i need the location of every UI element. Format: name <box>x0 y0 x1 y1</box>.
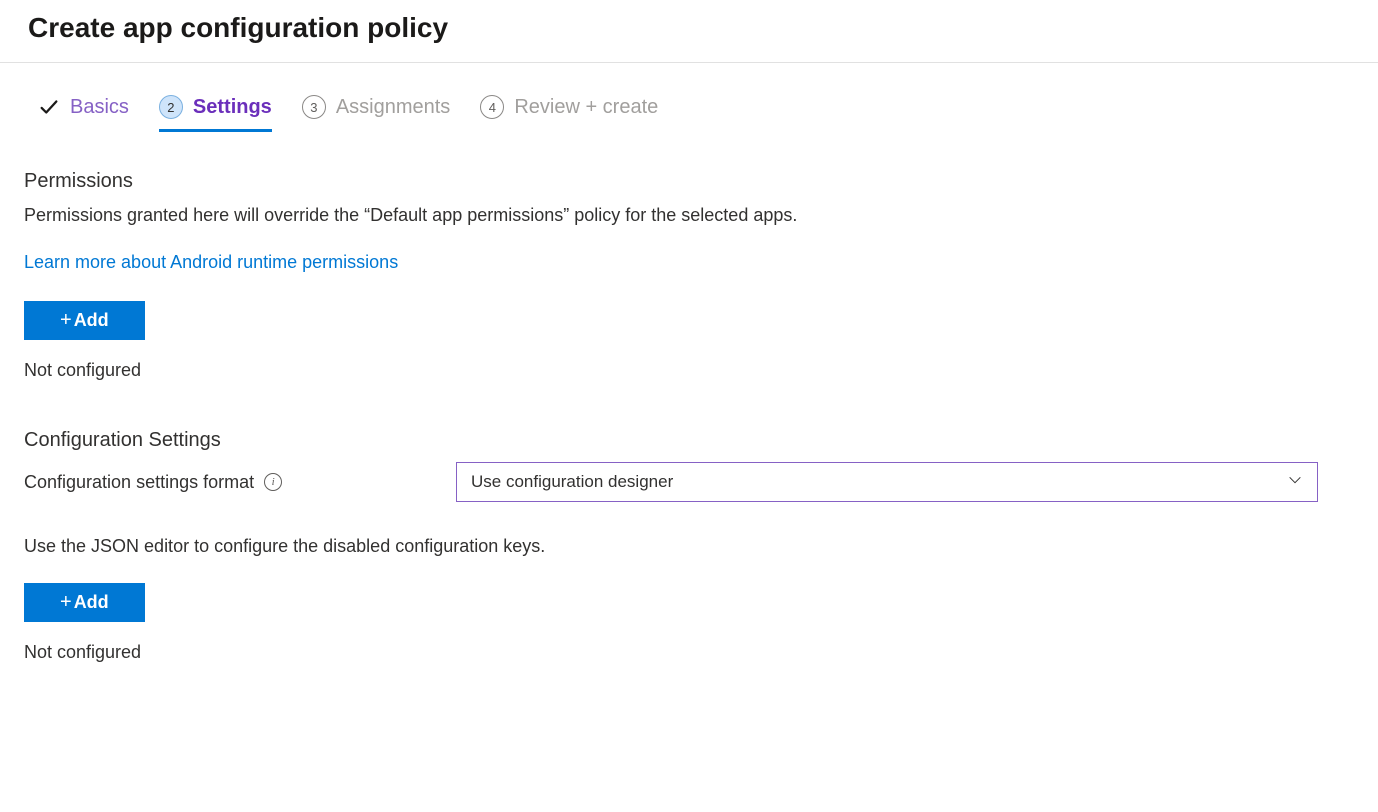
info-icon[interactable]: i <box>264 473 282 491</box>
config-format-value: Use configuration designer <box>471 472 673 492</box>
permissions-status: Not configured <box>24 360 1354 381</box>
tab-settings[interactable]: 2 Settings <box>159 95 272 132</box>
permissions-heading: Permissions <box>24 170 1354 193</box>
tab-assignments[interactable]: 3 Assignments <box>302 95 451 132</box>
config-status: Not configured <box>24 642 1354 663</box>
wizard-tabs: Basics 2 Settings 3 Assignments 4 Review… <box>24 63 1354 132</box>
tab-basics-label: Basics <box>70 96 129 119</box>
page-title: Create app configuration policy <box>28 12 1350 44</box>
tab-assignments-number: 3 <box>302 95 326 119</box>
learn-more-permissions-link[interactable]: Learn more about Android runtime permiss… <box>24 252 398 273</box>
tab-assignments-label: Assignments <box>336 96 451 119</box>
config-format-dropdown[interactable]: Use configuration designer <box>456 462 1318 502</box>
plus-icon: + <box>60 309 72 332</box>
tab-basics[interactable]: Basics <box>38 96 129 132</box>
config-format-label: Configuration settings format i <box>24 472 456 493</box>
tab-review-label: Review + create <box>514 96 658 119</box>
config-settings-heading: Configuration Settings <box>24 429 1354 452</box>
plus-icon: + <box>60 591 72 614</box>
tab-settings-number: 2 <box>159 95 183 119</box>
tab-review[interactable]: 4 Review + create <box>480 95 658 132</box>
tab-settings-label: Settings <box>193 96 272 119</box>
chevron-down-icon <box>1287 472 1303 492</box>
add-config-button[interactable]: +Add <box>24 583 145 622</box>
tab-review-number: 4 <box>480 95 504 119</box>
check-icon <box>38 96 60 118</box>
permissions-description: Permissions granted here will override t… <box>24 203 1354 228</box>
add-permissions-button[interactable]: +Add <box>24 301 145 340</box>
json-editor-hint: Use the JSON editor to configure the dis… <box>24 536 1354 557</box>
